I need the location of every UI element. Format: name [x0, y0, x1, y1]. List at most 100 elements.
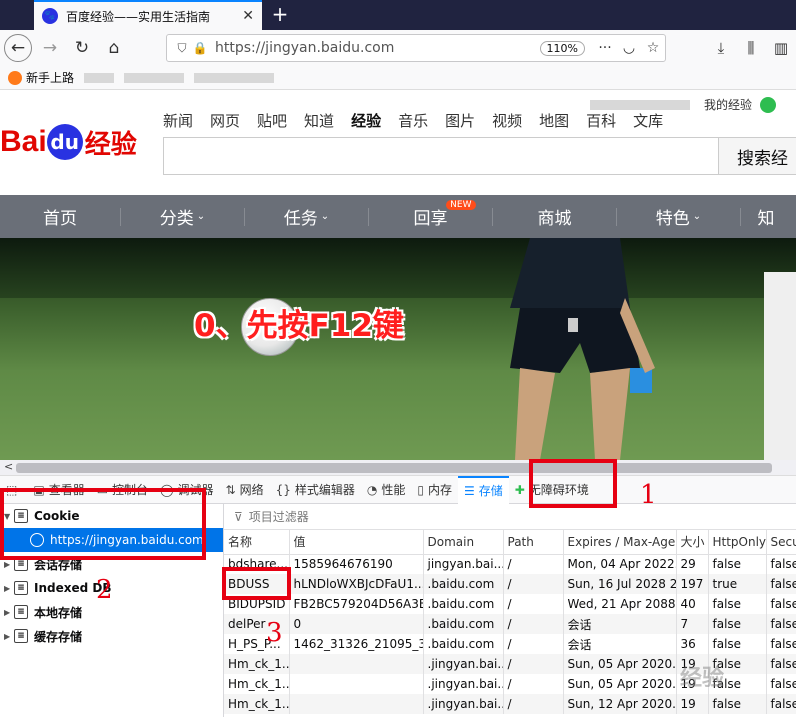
table-cell: false [708, 634, 767, 654]
table-cell [289, 694, 424, 714]
back-button[interactable]: ← [4, 34, 32, 62]
category-zhidao[interactable]: 知道 [304, 110, 334, 131]
table-cell: .baidu.com [423, 594, 504, 614]
tab-label: 存储 [478, 484, 503, 498]
category-web[interactable]: 网页 [210, 110, 240, 131]
column-header[interactable]: HttpOnly [708, 530, 767, 555]
table-row[interactable]: BIDUPSIDFB2BC579204D56A3B....baidu.com/W… [224, 594, 796, 614]
library-icon[interactable]: ⫼ [738, 34, 764, 62]
category-tieba[interactable]: 贴吧 [257, 110, 287, 131]
menu-label: 分类 [159, 209, 194, 229]
category-map[interactable]: 地图 [539, 110, 569, 131]
search-input[interactable] [163, 137, 719, 175]
my-jingyan-link[interactable]: 我的经验 [704, 96, 752, 113]
url-bar[interactable]: ⛉ 🔒 https://jingyan.baidu.com 110% ··· ◡… [166, 34, 666, 62]
table-cell: 会话 [563, 634, 677, 654]
memory-icon: ▯ [417, 482, 424, 497]
zoom-indicator[interactable]: 110% [539, 40, 585, 56]
reload-button[interactable]: ↻ [68, 34, 96, 62]
tab-label: 网络 [239, 483, 264, 497]
close-icon[interactable]: ✕ [242, 8, 254, 24]
menu-featured[interactable]: 特色 ⌄ [617, 195, 740, 238]
filter-input[interactable]: ⊽ 项目过滤器 [224, 504, 796, 530]
tab-label: 性能 [381, 483, 406, 497]
blurred-username [590, 99, 690, 110]
horizontal-scrollbar[interactable]: < [0, 460, 796, 476]
filter-placeholder: 项目过滤器 [248, 510, 309, 524]
sidebar-icon[interactable]: ▥ [768, 34, 794, 62]
column-header[interactable]: 值 [289, 530, 424, 555]
table-cell: / [503, 654, 564, 674]
url-text[interactable]: https://jingyan.baidu.com [215, 40, 540, 56]
bookmark-item[interactable]: 新手上路 [26, 69, 74, 86]
chevron-down-icon: ⌄ [692, 211, 702, 222]
banner-image[interactable]: 0、先按F12键 [0, 238, 796, 460]
category-jingyan[interactable]: 经验 [351, 110, 381, 131]
column-header[interactable]: Expires / Max-Age [563, 530, 677, 555]
menu-more[interactable]: 知 [741, 195, 791, 238]
chevron-right-icon[interactable]: ▶ [4, 584, 14, 593]
table-row[interactable]: H_PS_P...1462_31326_21095_3....baidu.com… [224, 634, 796, 654]
banner-caption: 0、先按F12键 [194, 308, 404, 344]
category-baike[interactable]: 百科 [586, 110, 616, 131]
category-news[interactable]: 新闻 [163, 110, 193, 131]
chevron-right-icon[interactable]: ▶ [4, 632, 14, 641]
table-cell: false [708, 554, 767, 574]
table-row[interactable]: BDUSS hLNDloWXBJcDFaU1... .baidu.com / Sun, … [224, 574, 796, 594]
category-images[interactable]: 图片 [445, 110, 475, 131]
category-music[interactable]: 音乐 [398, 110, 428, 131]
category-wenku[interactable]: 文库 [633, 110, 663, 131]
watermark: 经验 [680, 666, 725, 691]
paw-icon: 🐾 [42, 8, 58, 24]
column-header[interactable]: Secu [766, 530, 796, 555]
pocket-icon[interactable]: ◡ [617, 40, 641, 56]
table-cell: false [766, 574, 796, 594]
menu-tasks[interactable]: 任务 ⌄ [245, 195, 368, 238]
site-header: 我的经验 Bai du 经验 新闻 网页 贴吧 知道 经验 音乐 图片 视频 地… [0, 90, 796, 195]
chevron-right-icon[interactable]: ▶ [4, 560, 14, 569]
table-row[interactable]: delPer0.baidu.com/会话7falsefalse [224, 614, 796, 634]
tab-storage[interactable]: ☰ 存储 [458, 475, 509, 504]
menu-home[interactable]: 首页 [0, 195, 120, 238]
tree-item-cache-storage[interactable]: ▶ ≡ 缓存存储 [0, 624, 223, 648]
column-header[interactable]: Domain [423, 530, 504, 555]
table-cell: jingyan.bai... [423, 554, 504, 574]
home-button[interactable]: ⌂ [100, 34, 128, 62]
green-icon[interactable] [760, 96, 777, 113]
menu-share[interactable]: 回享 NEW [369, 195, 492, 238]
chevron-right-icon[interactable]: ▶ [4, 608, 14, 617]
tab-style-editor[interactable]: {} 样式编辑器 [270, 476, 361, 504]
table-cell: Mon, 04 Apr 2022... [563, 554, 677, 574]
column-header[interactable]: 名称 [224, 530, 290, 555]
forward-button[interactable]: → [36, 34, 64, 62]
new-tab-button[interactable]: + [268, 2, 292, 26]
tab-network[interactable]: ⇅ 网络 [220, 476, 270, 504]
column-header[interactable]: 大小 [676, 530, 709, 555]
menu-label: 商城 [537, 209, 572, 229]
table-row[interactable]: Hm_ck_1... .jingyan.bai... / Sun, 12 Apr 20… [224, 694, 796, 714]
style-editor-icon: {} [275, 482, 291, 497]
menu-categories[interactable]: 分类 ⌄ [121, 195, 244, 238]
storage-icon: ≡ [14, 629, 28, 643]
browser-tab[interactable]: 🐾 百度经验——实用生活指南 ✕ [34, 0, 262, 30]
shield-icon[interactable]: ⛉ [173, 41, 191, 56]
navigation-bar: ← → ↻ ⌂ ⛉ 🔒 https://jingyan.baidu.com 11… [0, 30, 796, 66]
search-button[interactable]: 搜索经 [718, 137, 796, 175]
table-cell: .baidu.com [423, 574, 504, 594]
tab-memory[interactable]: ▯ 内存 [411, 476, 458, 504]
network-icon: ⇅ [225, 482, 236, 497]
tab-performance[interactable]: ◔ 性能 [361, 476, 412, 504]
star-icon[interactable]: ☆ [641, 40, 665, 56]
lock-icon[interactable]: 🔒 [191, 41, 209, 55]
scrollbar-thumb[interactable] [16, 463, 772, 473]
main-menu: 首页 分类 ⌄ 任务 ⌄ 回享 NEW 商城 特色 ⌄ 知 [0, 195, 796, 238]
baidu-jingyan-logo[interactable]: Bai du 经验 [0, 118, 137, 166]
category-video[interactable]: 视频 [492, 110, 522, 131]
column-header[interactable]: Path [503, 530, 564, 555]
table-row[interactable]: bdshare... 1585964676190 jingyan.bai... / Mo… [224, 554, 796, 574]
menu-mall[interactable]: 商城 [493, 195, 616, 238]
download-icon[interactable]: ⤓ [708, 34, 734, 62]
table-cell: 会话 [563, 614, 677, 634]
chevron-left-icon[interactable]: < [4, 460, 13, 473]
page-actions-icon[interactable]: ··· [593, 40, 617, 56]
